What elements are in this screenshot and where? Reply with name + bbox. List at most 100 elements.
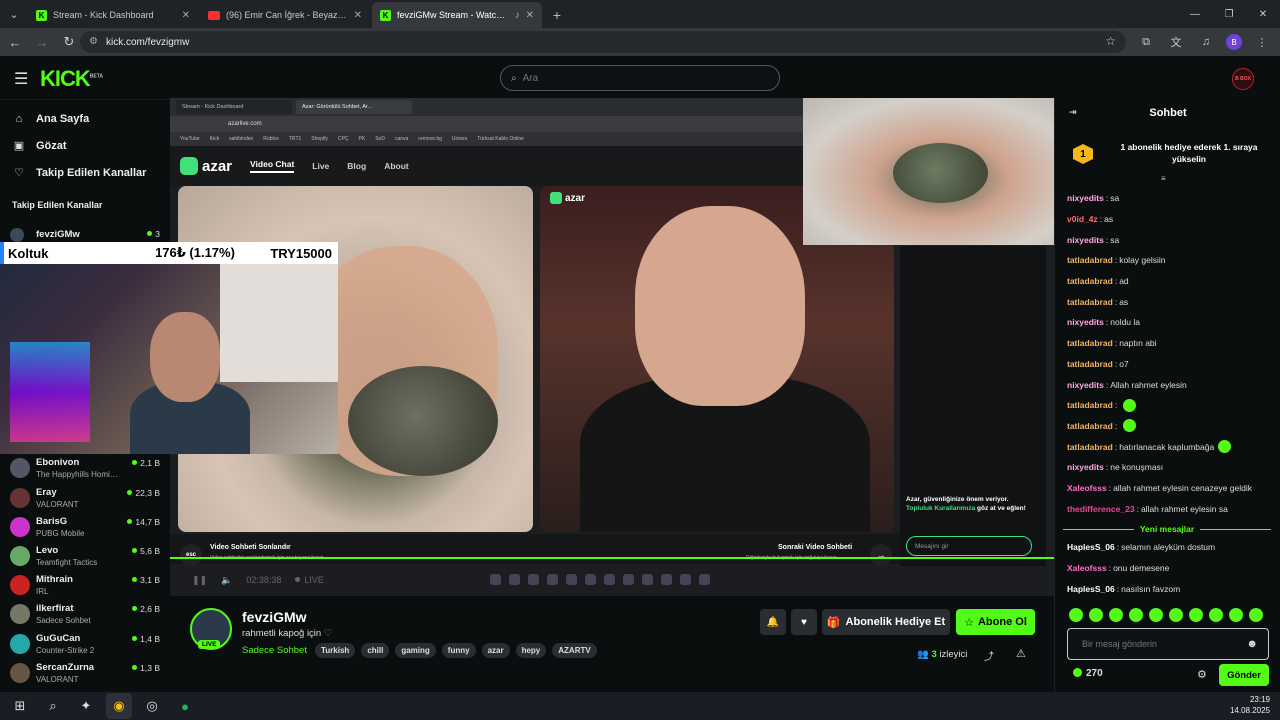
- chevron-down-icon[interactable]: ≡: [1161, 174, 1166, 183]
- chat-username[interactable]: nixyedits: [1067, 462, 1104, 472]
- sidebar-channel-ilkerfirat[interactable]: ilkerfirat Sadece Sohbet 2,6 B: [0, 600, 170, 629]
- sidebar-channel-barisg[interactable]: BarisG PUBG Mobile 14,7 B: [0, 513, 170, 542]
- channel-points[interactable]: 270: [1073, 668, 1103, 679]
- tag[interactable]: Turkish: [315, 643, 356, 658]
- reload-icon[interactable]: ↻: [57, 30, 81, 54]
- sidebar-channel-mithrain[interactable]: Mithrain IRL 3,1 B: [0, 571, 170, 600]
- tag[interactable]: hepy: [515, 643, 547, 658]
- forward-icon[interactable]: →: [30, 30, 54, 54]
- obs-icon[interactable]: ◎: [139, 693, 165, 719]
- tab-close-icon[interactable]: ✕: [526, 10, 534, 21]
- emote-icon[interactable]: [1229, 608, 1243, 622]
- chat-username[interactable]: tatladabrad: [1067, 297, 1113, 307]
- stream-progress-bar[interactable]: [170, 557, 1054, 559]
- pinned-gift-leaderboard[interactable]: 1 1 abonelik hediye ederek 1. sıraya yük…: [1061, 130, 1275, 178]
- chat-username[interactable]: tatladabrad: [1067, 276, 1113, 286]
- chat-username[interactable]: tatladabrad: [1067, 338, 1113, 348]
- emote-icon[interactable]: [1089, 608, 1103, 622]
- browser-tab-dashboard[interactable]: K Stream - Kick Dashboard ✕: [28, 2, 198, 28]
- emote-icon[interactable]: [1249, 608, 1263, 622]
- tab-close-icon[interactable]: ✕: [354, 10, 362, 21]
- channel-name[interactable]: fevziGMw: [242, 609, 307, 625]
- restore-icon[interactable]: ❐: [1212, 0, 1246, 28]
- new-tab-button[interactable]: +: [544, 2, 570, 28]
- emoji-icon[interactable]: ☻: [1246, 638, 1258, 650]
- send-button[interactable]: Gönder: [1219, 664, 1269, 686]
- user-avatar[interactable]: B BOX: [1232, 68, 1254, 90]
- chat-input[interactable]: [1082, 639, 1242, 649]
- back-icon[interactable]: ←: [3, 30, 27, 54]
- tab-search-icon[interactable]: ⌄: [0, 0, 28, 28]
- sidebar-channel-sercanzurna[interactable]: SercanZurna VALORANT 1,3 B: [0, 659, 170, 688]
- stream-category[interactable]: Sadece Sohbet: [242, 645, 307, 656]
- speaker-icon[interactable]: ♪: [515, 10, 520, 21]
- sidebar-channel-fevzigmw[interactable]: fevziGMw 3: [0, 228, 170, 242]
- close-window-icon[interactable]: ✕: [1246, 0, 1280, 28]
- volume-icon[interactable]: 🔈: [221, 575, 232, 586]
- chat-username[interactable]: HaplesS_06: [1067, 584, 1115, 594]
- search-input[interactable]: [522, 72, 753, 84]
- search-icon[interactable]: ⌕: [40, 693, 66, 719]
- sidebar-channel-gugucan[interactable]: GuGuCan Counter-Strike 2 1,4 B: [0, 630, 170, 659]
- gift-subscription-button[interactable]: 🎁 Abonelik Hediye Et: [822, 609, 950, 635]
- media-icon[interactable]: ♫: [1196, 32, 1216, 52]
- chat-settings-icon[interactable]: ⚙: [1197, 668, 1207, 681]
- sidebar-item-browse[interactable]: ▣ Gözat: [0, 132, 170, 159]
- kick-logo[interactable]: KICKBETA: [40, 66, 103, 92]
- bell-icon[interactable]: 🔔: [760, 609, 786, 635]
- chrome-icon[interactable]: ◉: [106, 693, 132, 719]
- browser-tab-stream[interactable]: K fevziGMw Stream - Watch l… ♪ ✕: [372, 2, 542, 28]
- chat-username[interactable]: v0id_4z: [1067, 214, 1098, 224]
- sidebar-channel-levo[interactable]: Levo Teamfight Tactics 5,6 B: [0, 542, 170, 571]
- chat-username[interactable]: nixyedits: [1067, 193, 1104, 203]
- sidebar-item-home[interactable]: ⌂ Ana Sayfa: [0, 105, 170, 132]
- translate-icon[interactable]: 文: [1166, 32, 1186, 52]
- chat-username[interactable]: tatladabrad: [1067, 400, 1113, 410]
- emote-icon[interactable]: [1129, 608, 1143, 622]
- sidebar-channel-eray[interactable]: Eray VALORANT 22,3 B: [0, 484, 170, 513]
- site-info-icon[interactable]: ⚙: [89, 36, 98, 47]
- chat-username[interactable]: tatladabrad: [1067, 421, 1113, 431]
- browser-tab-youtube[interactable]: (96) Emir Can İğrek - Beyaz Sk… ✕: [200, 2, 370, 28]
- chat-username[interactable]: Xaleofsss: [1067, 483, 1107, 493]
- emote-icon[interactable]: [1169, 608, 1183, 622]
- sidebar-item-following[interactable]: ♡ Takip Edilen Kanallar: [0, 159, 170, 186]
- emote-icon[interactable]: [1069, 608, 1083, 622]
- follow-heart-icon[interactable]: ♥: [791, 609, 817, 635]
- tag[interactable]: gaming: [395, 643, 436, 658]
- chat-username[interactable]: HaplesS_06: [1067, 542, 1115, 552]
- tag[interactable]: chill: [361, 643, 390, 658]
- app-icon[interactable]: ✦: [73, 693, 99, 719]
- chat-username[interactable]: tatladabrad: [1067, 359, 1113, 369]
- tag[interactable]: azar: [481, 643, 510, 658]
- chat-username[interactable]: nixyedits: [1067, 380, 1104, 390]
- windows-start-icon[interactable]: ⊞: [7, 693, 33, 719]
- spotify-icon[interactable]: ●: [172, 693, 198, 719]
- minimize-icon[interactable]: —: [1178, 0, 1212, 28]
- collapse-chat-icon[interactable]: ⇥: [1069, 107, 1077, 118]
- report-icon[interactable]: ⚠: [1016, 647, 1026, 660]
- subscribe-button[interactable]: ☆ Abone Ol: [956, 609, 1035, 635]
- chat-username[interactable]: tatladabrad: [1067, 442, 1113, 452]
- menu-dots-icon[interactable]: ⋮: [1252, 32, 1272, 52]
- bookmark-star-icon[interactable]: ☆: [1105, 34, 1116, 48]
- chat-username[interactable]: tatladabrad: [1067, 255, 1113, 265]
- chat-username[interactable]: nixyedits: [1067, 317, 1104, 327]
- chat-username[interactable]: thedifference_23: [1067, 504, 1135, 514]
- tag[interactable]: funny: [441, 643, 476, 658]
- emote-icon[interactable]: [1109, 608, 1123, 622]
- share-icon[interactable]: ⤴: [984, 648, 994, 663]
- sidebar-channel-ebonivon[interactable]: Ebonivon The Happyhills Homi… 2,1 B: [0, 454, 170, 483]
- chat-input-box[interactable]: ☻: [1067, 628, 1269, 660]
- chat-username[interactable]: Xaleofsss: [1067, 563, 1107, 573]
- emote-icon[interactable]: [1209, 608, 1223, 622]
- url-field[interactable]: ⚙ kick.com/fevzigmw ☆: [80, 31, 1126, 53]
- tab-close-icon[interactable]: ✕: [182, 10, 190, 21]
- extensions-icon[interactable]: ⧉: [1136, 32, 1156, 52]
- tag[interactable]: AZARTV: [552, 643, 597, 658]
- profile-avatar-icon[interactable]: B: [1226, 34, 1242, 50]
- hamburger-menu-icon[interactable]: ☰: [14, 69, 28, 89]
- emote-icon[interactable]: [1149, 608, 1163, 622]
- emote-icon[interactable]: [1189, 608, 1203, 622]
- chat-username[interactable]: nixyedits: [1067, 235, 1104, 245]
